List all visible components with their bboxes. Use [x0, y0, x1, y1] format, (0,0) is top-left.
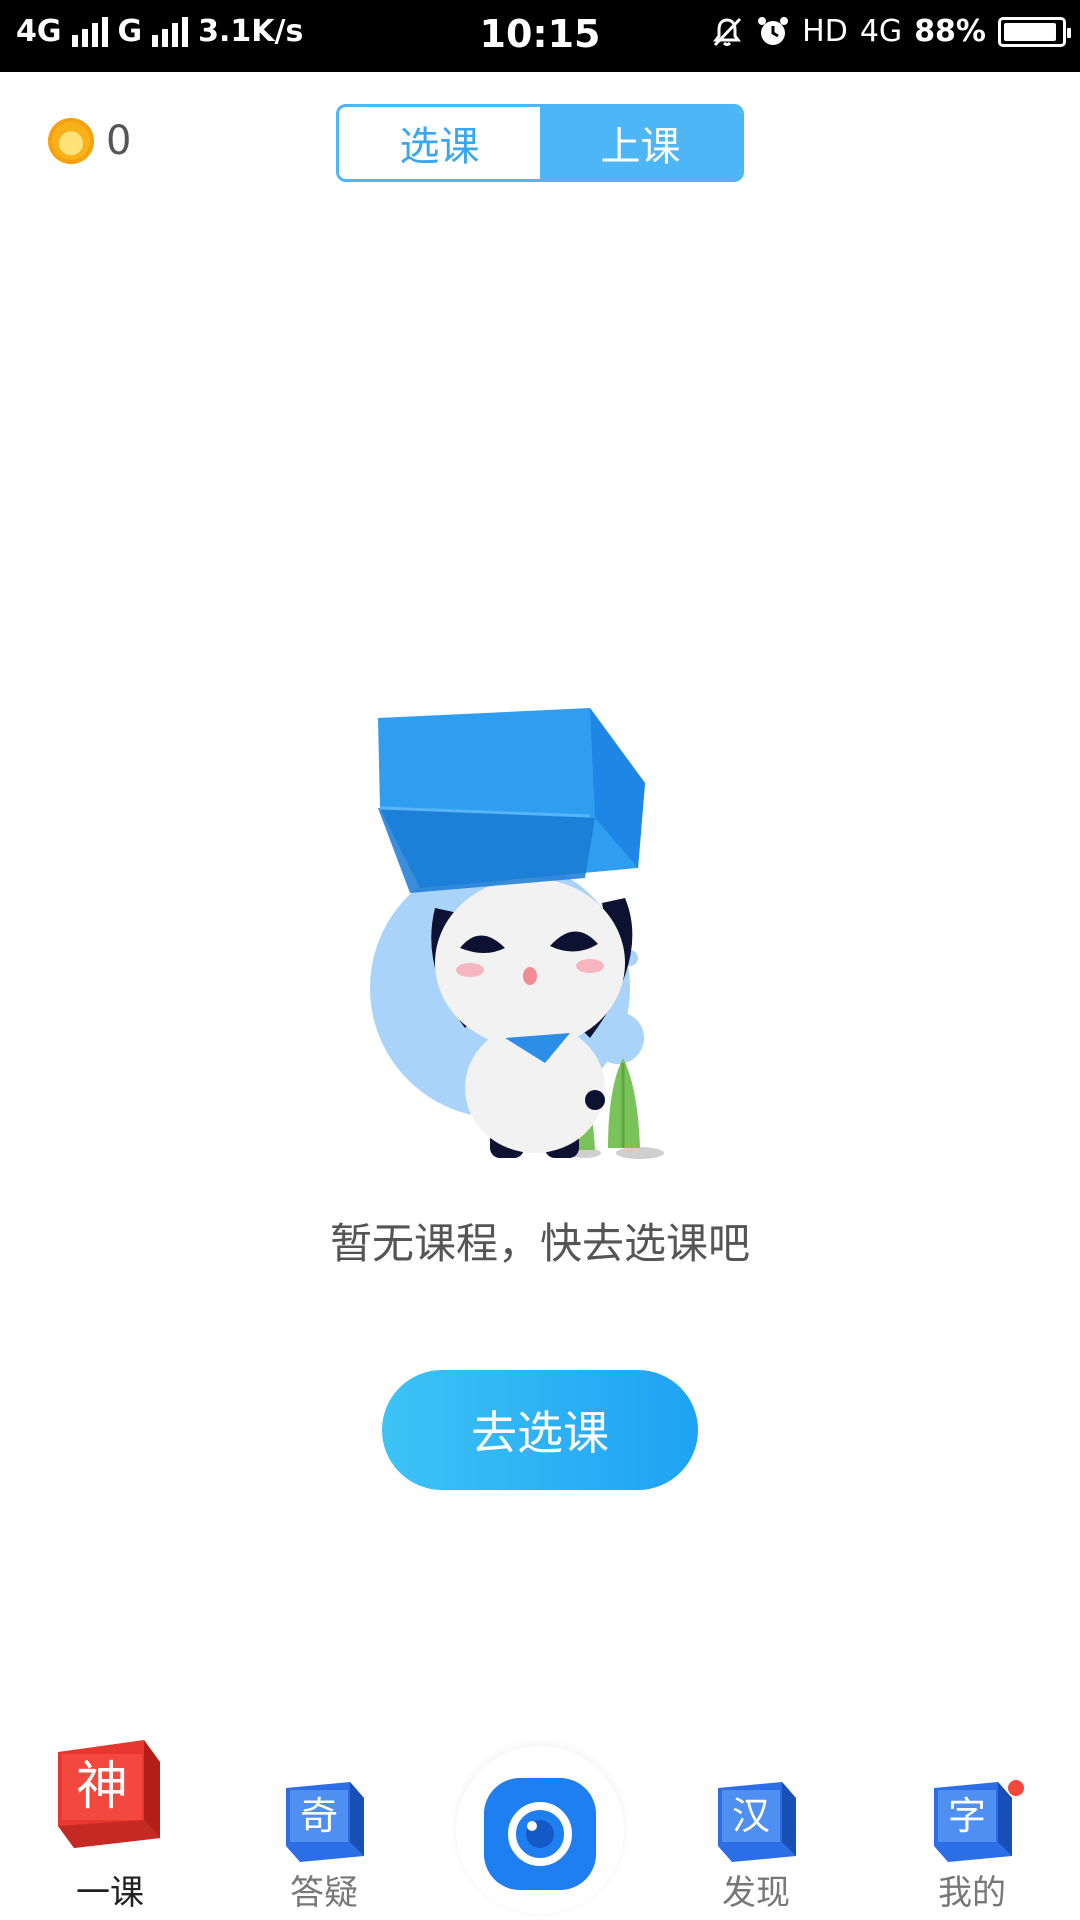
course-mode-switch: 选课 上课: [336, 104, 744, 182]
han-cube-icon: 汉: [718, 1782, 796, 1862]
status-right: HD 4G 88%: [710, 14, 1071, 49]
tab-attend-class[interactable]: 上课: [540, 107, 741, 179]
svg-text:字: 字: [948, 1794, 986, 1838]
battery-percent: 88%: [914, 14, 986, 49]
go-select-course-button[interactable]: 去选课: [382, 1370, 698, 1490]
notification-badge: [1008, 1780, 1024, 1796]
shen-cube-icon: 神: [58, 1740, 160, 1848]
coin-balance[interactable]: 0: [48, 118, 131, 164]
svg-text:汉: 汉: [732, 1794, 770, 1838]
coin-count: 0: [106, 118, 132, 164]
tab-select-course[interactable]: 选课: [339, 107, 540, 179]
empty-state-message: 暂无课程，快去选课吧: [329, 1219, 750, 1268]
tab-label-wode: 我的: [938, 1873, 1006, 1913]
tab-label-yike: 一课: [76, 1873, 144, 1913]
qi-cube-icon: 奇: [286, 1782, 364, 1862]
network-label-3: 4G: [859, 14, 903, 49]
camera-icon[interactable]: [484, 1778, 596, 1890]
hd-label: HD: [802, 14, 848, 49]
tab-faxian[interactable]: 汉 发现: [676, 1720, 836, 1920]
tab-wode[interactable]: 字 我的: [892, 1720, 1052, 1920]
coin-icon: [48, 118, 94, 164]
zi-cube-icon: 字: [934, 1782, 1012, 1862]
svg-text:神: 神: [76, 1757, 128, 1817]
tab-dayi[interactable]: 奇 答疑: [244, 1720, 404, 1920]
mute-icon: [713, 17, 742, 46]
status-bar: 4G G 3.1K/s 10:15 HD 4G 88%: [0, 0, 1080, 72]
tab-yike[interactable]: 神 一课: [30, 1720, 190, 1920]
tab-label-dayi: 答疑: [290, 1873, 358, 1913]
svg-text:奇: 奇: [300, 1794, 338, 1838]
alarm-icon: [758, 16, 789, 45]
screen: 4G G 3.1K/s 10:15 HD 4G 88% 0 选课 上课 暂无课程…: [0, 0, 1080, 1920]
battery-icon: [998, 16, 1071, 47]
tab-label-faxian: 发现: [722, 1873, 790, 1913]
panda-with-box-illustration: [370, 708, 664, 1159]
